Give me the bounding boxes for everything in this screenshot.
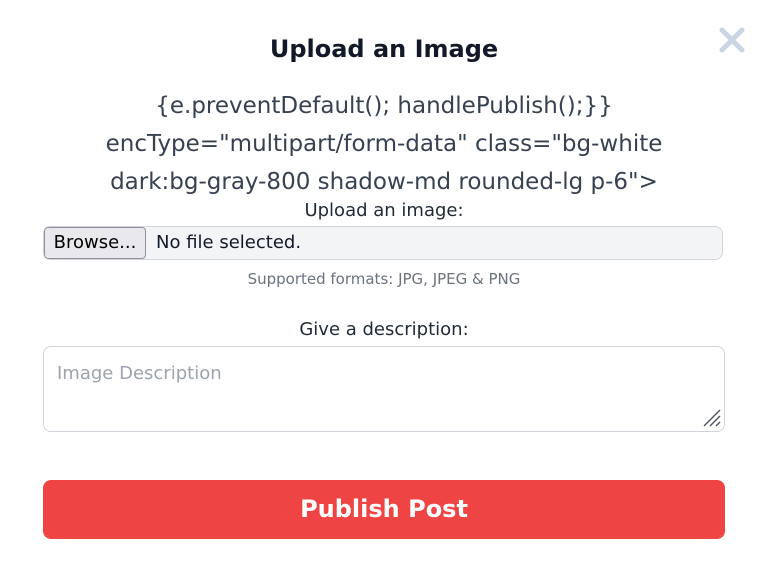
upload-modal: Upload an Image {e.preventDefault(); han… xyxy=(0,0,768,577)
file-status-text: No file selected. xyxy=(156,232,302,253)
supported-formats-hint: Supported formats: JPG, JPEG & PNG xyxy=(247,270,521,288)
description-textarea[interactable] xyxy=(43,346,725,432)
file-input[interactable]: Browse... No file selected. xyxy=(43,226,723,260)
description-label: Give a description: xyxy=(299,319,469,340)
resize-grip-icon[interactable] xyxy=(700,406,722,428)
modal-title: Upload an Image xyxy=(269,35,499,63)
browse-button[interactable]: Browse... xyxy=(44,227,146,259)
publish-post-button[interactable]: Publish Post xyxy=(43,480,725,539)
upload-image-label: Upload an image: xyxy=(304,200,464,221)
stray-code-text: {e.preventDefault(); handlePublish();}} … xyxy=(105,93,663,195)
